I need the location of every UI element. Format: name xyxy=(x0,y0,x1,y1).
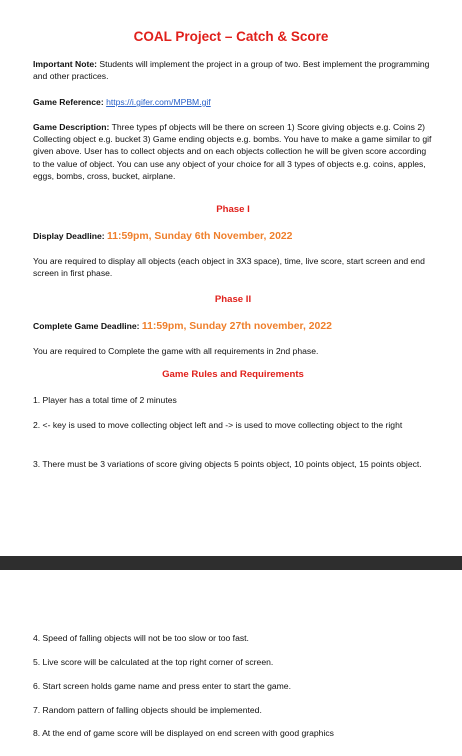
phase-2-text: You are required to Complete the game wi… xyxy=(33,346,319,356)
phase-2-heading: Phase II xyxy=(214,294,252,305)
rule-item: 8. At the end of game score will be disp… xyxy=(33,728,334,738)
game-reference-link[interactable]: https://i.gifer.com/MPBM.gif xyxy=(106,97,211,107)
rules-heading: Game Rules and Requirements xyxy=(162,369,304,380)
important-note: Important Note: Students will implement … xyxy=(33,58,433,82)
rule-item: 5. Live score will be calculated at the … xyxy=(33,657,274,667)
document-page-2: 4. Speed of falling objects will not be … xyxy=(0,570,462,756)
phase-2-deadline-value: 11:59pm, Sunday 27th november, 2022 xyxy=(141,321,332,332)
document-page-1: COAL Project – Catch & Score Important N… xyxy=(0,0,462,556)
game-description-label: Game Description: xyxy=(33,122,110,132)
rule-item: 2. <- key is used to move collecting obj… xyxy=(33,420,403,430)
rule-item: 4. Speed of falling objects will not be … xyxy=(33,633,249,643)
game-description: Game Description: Three types pf objects… xyxy=(33,121,433,182)
phase-1-deadline-value: 11:59pm, Sunday 6th November, 2022 xyxy=(107,231,293,242)
rule-item: 6. Start screen holds game name and pres… xyxy=(33,681,291,691)
phase-2-deadline: Complete Game Deadline: 11:59pm, Sunday … xyxy=(33,319,433,334)
game-reference-label: Game Reference: xyxy=(33,97,104,107)
page-1-content: Important Note: Students will implement … xyxy=(33,0,433,556)
page-divider xyxy=(0,556,462,570)
game-reference: Game Reference: https://i.gifer.com/MPBM… xyxy=(33,96,433,108)
phase-1-heading: Phase I xyxy=(216,204,250,215)
phase-1-deadline: Display Deadline: 11:59pm, Sunday 6th No… xyxy=(33,229,433,244)
phase-1-text: You are required to display all objects … xyxy=(33,256,425,279)
rule-item: 3. There must be 3 variations of score g… xyxy=(33,459,422,469)
phase-1-deadline-label: Display Deadline: xyxy=(33,231,105,241)
important-note-label: Important Note: xyxy=(33,59,97,69)
rule-item: 1. Player has a total time of 2 minutes xyxy=(33,395,177,405)
phase-2-deadline-label: Complete Game Deadline: xyxy=(33,321,140,331)
page-2-content: 4. Speed of falling objects will not be … xyxy=(33,570,433,756)
rule-item: 7. Random pattern of falling objects sho… xyxy=(33,705,262,715)
